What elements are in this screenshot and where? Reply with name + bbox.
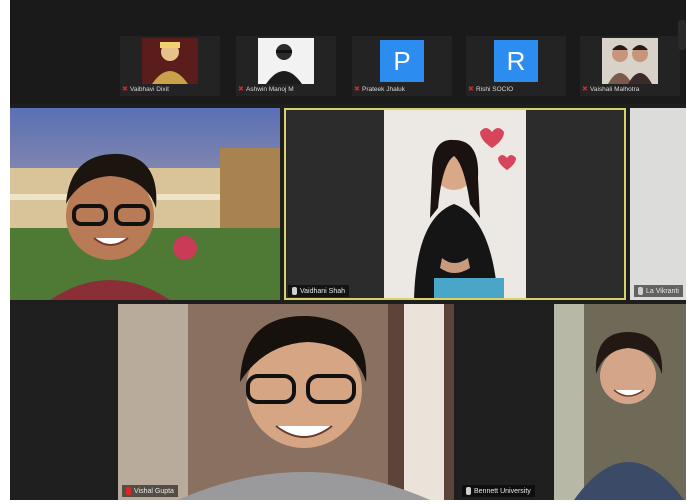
participant-video [602,38,658,84]
participant-name: ✖ Vaibhavi Dixit [122,85,169,93]
participant-name-label: La Vikranti [634,285,683,297]
microphone-icon [466,487,471,495]
participant-strip: ✖ Vaibhavi Dixit ✖ Ashwin Manoj M P ✖ Prate… [10,0,686,104]
participant-thumb[interactable]: ✖ Ashwin Manoj M [236,36,336,96]
video-tile[interactable]: Vishal Gupta [118,304,454,500]
participant-thumb[interactable]: ✖ Vaishali Malhotra [580,36,680,96]
microphone-icon [638,287,643,295]
video-tile[interactable]: Bennett University [458,304,686,500]
participant-video [258,38,314,84]
participant-name: ✖ Vaishali Malhotra [582,85,640,93]
muted-icon: ✖ [354,85,360,93]
participant-video [142,38,198,84]
participant-name-label: Vishal Gupta [122,485,178,497]
video-tile[interactable]: La Vikranti [630,108,686,300]
participant-name: ✖ Ashwin Manoj M [238,85,294,93]
video-tile-active[interactable]: Vaidhani Shah [284,108,626,300]
muted-microphone-icon [126,487,131,495]
avatar-initial: P [380,40,424,82]
muted-icon: ✖ [582,85,588,93]
muted-icon: ✖ [238,85,244,93]
video-call-window: ✖ Vaibhavi Dixit ✖ Ashwin Manoj M P ✖ Prate… [10,0,686,500]
participant-name-label: Vaidhani Shah [288,285,350,297]
participant-video [118,304,454,500]
microphone-icon [292,287,297,295]
strip-scroll-handle[interactable] [678,20,686,50]
participant-name: ✖ Prateek Jhaluk [354,85,405,93]
participant-video [284,108,626,300]
participant-video [10,108,280,300]
participant-thumb[interactable]: ✖ Vaibhavi Dixit [120,36,220,96]
video-tile[interactable] [10,108,280,300]
participant-video [458,304,686,500]
participant-name-label: Bennett University [462,485,535,497]
muted-icon: ✖ [468,85,474,93]
participant-name: ✖ Rishi SOCIO [468,85,514,93]
avatar-initial: R [494,40,538,82]
participant-thumb[interactable]: R ✖ Rishi SOCIO [466,36,566,96]
participant-thumb[interactable]: P ✖ Prateek Jhaluk [352,36,452,96]
video-tile[interactable] [10,304,114,500]
muted-icon: ✖ [122,85,128,93]
